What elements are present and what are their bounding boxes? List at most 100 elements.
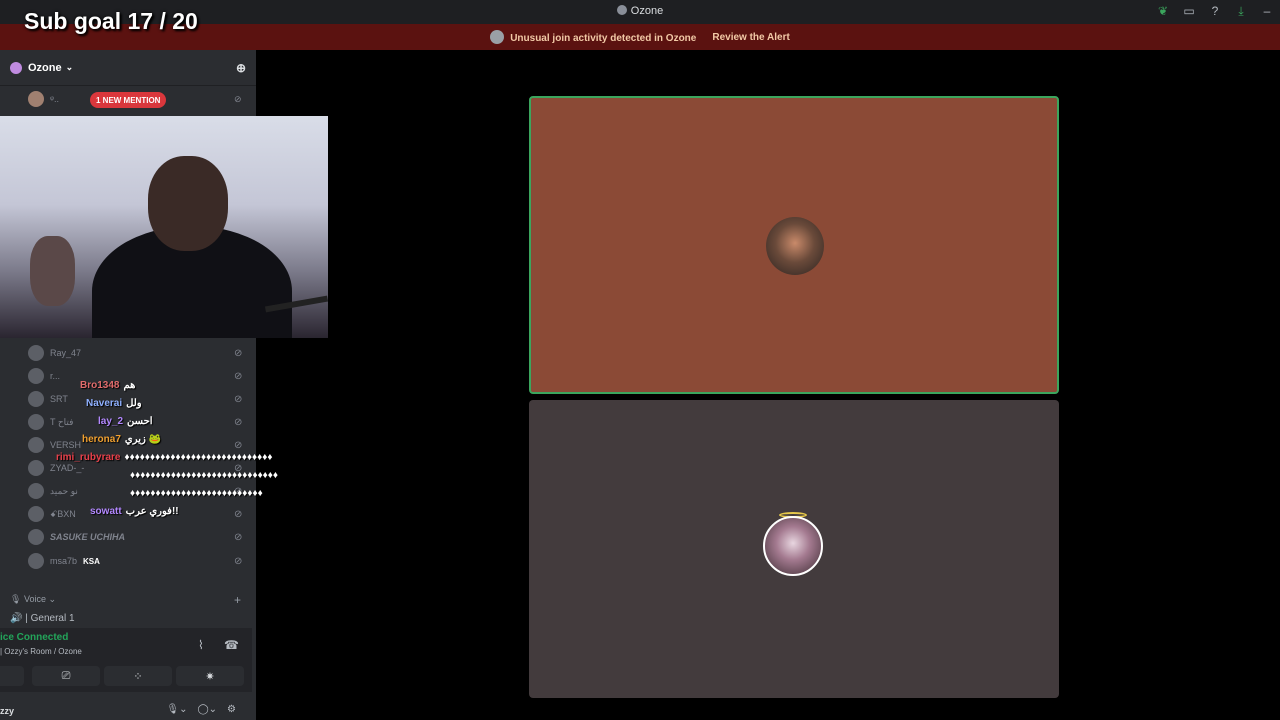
- chat-message: Naverai ولل: [86, 398, 142, 409]
- list-item[interactable]: msa7b KSA ⊘: [28, 552, 242, 570]
- disconnect-icon[interactable]: ☎: [224, 638, 239, 652]
- mute-icon: ⊘: [234, 370, 243, 382]
- screen-share-button[interactable]: ⎚: [32, 666, 100, 686]
- screen-share-icon: ⎚: [61, 669, 71, 682]
- voice-connection-panel: ice Connected | Ozzy's Room / Ozone ⌇ ☎ …: [0, 628, 252, 692]
- chat-username: herona7: [82, 434, 121, 445]
- avatar: [28, 345, 44, 361]
- avatar: [28, 460, 44, 476]
- avatar: [28, 529, 44, 545]
- chat-text: ولل: [126, 398, 142, 409]
- list-item[interactable]: SASUKE UCHIHA ⊘: [28, 528, 242, 546]
- microphone-icon[interactable]: 🎙⌄: [166, 704, 187, 715]
- webcam-head: [148, 156, 228, 251]
- chat-message: herona7 زيري 🐸: [82, 434, 161, 445]
- avatar: [28, 483, 44, 499]
- member-name: SASUKE UCHIHA: [50, 532, 126, 542]
- member-name: نو حميد: [50, 485, 78, 496]
- list-item[interactable]: ᵠ..: [28, 90, 59, 108]
- ozone-server-icon: [616, 5, 627, 15]
- list-item[interactable]: Ray_47 ⊘: [28, 344, 242, 362]
- gear-icon[interactable]: ⚙: [227, 704, 236, 715]
- avatar: [28, 437, 44, 453]
- video-tile[interactable]: [529, 400, 1059, 698]
- avatar: [28, 368, 44, 384]
- webcam-overlay: [0, 116, 328, 338]
- avatar: [28, 553, 44, 569]
- chat-username: sowatt: [90, 506, 122, 517]
- chat-text: هم: [123, 380, 136, 391]
- soundboard-icon: ✷: [205, 670, 215, 683]
- list-item[interactable]: T فتاح ⊘: [28, 413, 242, 431]
- mute-icon: ⊘: [234, 531, 243, 543]
- chat-message: rimi_rubyrare ♦♦♦♦♦♦♦♦♦♦♦♦♦♦♦♦♦♦♦♦♦♦♦♦♦♦♦…: [56, 452, 272, 463]
- chat-text: ♦♦♦♦♦♦♦♦♦♦♦♦♦♦♦♦♦♦♦♦♦♦♦♦♦♦♦♦♦: [130, 470, 278, 481]
- voice-status: ice Connected: [0, 632, 69, 643]
- voice-channel-item[interactable]: 🔊 | General 1: [10, 613, 75, 624]
- chevron-down-icon: ⌄: [65, 62, 74, 72]
- member-name: ZYAD-_-: [50, 463, 85, 473]
- add-friend-icon[interactable]: ⊕: [236, 61, 246, 75]
- mute-icon: ⊘: [234, 416, 243, 428]
- server-avatar-icon: [490, 30, 505, 44]
- headphones-icon[interactable]: ◯⌄: [197, 704, 217, 715]
- activities-button[interactable]: ⁘: [104, 666, 172, 686]
- soundboard-button[interactable]: ✷: [176, 666, 244, 686]
- minimize-icon[interactable]: –: [1260, 4, 1274, 19]
- chat-text: ♦♦♦♦♦♦♦♦♦♦♦♦♦♦♦♦♦♦♦♦♦♦♦♦♦♦♦♦♦: [124, 452, 273, 463]
- volume-icon: 🔊 |: [10, 613, 28, 624]
- participant-avatar: [763, 516, 823, 576]
- participant-avatar: [766, 217, 824, 275]
- list-item[interactable]: نو حميد ⊘: [28, 482, 242, 500]
- chat-text: زيري 🐸: [124, 434, 162, 445]
- voice-category[interactable]: 🎙 Voice ⌄ +: [10, 593, 241, 607]
- leaf-icon[interactable]: ❦: [1156, 4, 1170, 19]
- avatar: [28, 414, 44, 430]
- chat-text: ♦♦♦♦♦♦♦♦♦♦♦♦♦♦♦♦♦♦♦♦♦♦♦♦♦♦: [130, 488, 263, 499]
- user-controls: 🎙⌄ ◯⌄ ⚙: [166, 704, 236, 715]
- stream-subgoal-overlay: Sub goal 17 / 20: [24, 8, 198, 34]
- chat-username: lay_2: [98, 416, 124, 427]
- speaker-icon: 🎙: [10, 594, 22, 604]
- list-item[interactable]: ꗃBXN ⊘: [28, 505, 242, 523]
- video-tile-speaking[interactable]: [529, 96, 1059, 394]
- webcam-hand: [30, 236, 75, 306]
- member-tag: KSA: [83, 556, 100, 566]
- list-item[interactable]: r... ⊘: [28, 367, 242, 385]
- server-icon: [10, 61, 22, 74]
- list-item[interactable]: SRT ⊘: [28, 390, 242, 408]
- member-name: SRT: [50, 394, 68, 404]
- member-name: Ray_47: [50, 348, 82, 358]
- server-name: Ozone: [28, 61, 62, 74]
- user-panel: zzy 🎙⌄ ◯⌄ ⚙: [0, 700, 256, 720]
- server-header[interactable]: Ozone ⌄ ⊕: [0, 50, 256, 86]
- avatar: [28, 506, 44, 522]
- member-name: VERSH: [50, 440, 82, 450]
- mute-icon: ⊘: [234, 508, 243, 520]
- mute-icon: ⊘: [234, 347, 243, 359]
- screen-icon[interactable]: ▭: [1182, 4, 1196, 19]
- chat-message: Bro1348 هم: [80, 380, 135, 391]
- member-name: r...: [50, 371, 61, 381]
- mute-icon: ⊘: [234, 93, 242, 104]
- username: zzy: [0, 706, 15, 716]
- avatar: [28, 391, 44, 407]
- camera-button[interactable]: ▣: [0, 666, 24, 686]
- new-mention-badge[interactable]: 1 NEW MENTION: [90, 92, 167, 108]
- member-name: T فتاح: [50, 416, 74, 427]
- voice-room-label: | Ozzy's Room / Ozone: [0, 647, 82, 656]
- activities-icon: ⁘: [133, 670, 143, 683]
- chat-message: sowatt فوري عرب!!: [90, 506, 179, 517]
- add-channel-icon[interactable]: +: [234, 593, 241, 607]
- review-alert-link[interactable]: Review the Alert: [712, 32, 789, 43]
- help-icon[interactable]: ?: [1208, 4, 1222, 19]
- mute-icon: ⊘: [234, 393, 243, 405]
- chat-username: Naverai: [86, 398, 123, 409]
- alert-message: Unusual join activity detected in Ozone: [490, 30, 696, 44]
- chat-message: lay_2 احسن: [98, 416, 153, 427]
- mute-icon: ⊘: [234, 555, 243, 567]
- download-icon[interactable]: ⤓: [1234, 4, 1248, 19]
- chat-message: ♦♦♦♦♦♦♦♦♦♦♦♦♦♦♦♦♦♦♦♦♦♦♦♦♦♦: [130, 488, 263, 499]
- mute-icon: ⊘: [234, 439, 243, 451]
- noise-suppression-icon[interactable]: ⌇: [198, 638, 204, 652]
